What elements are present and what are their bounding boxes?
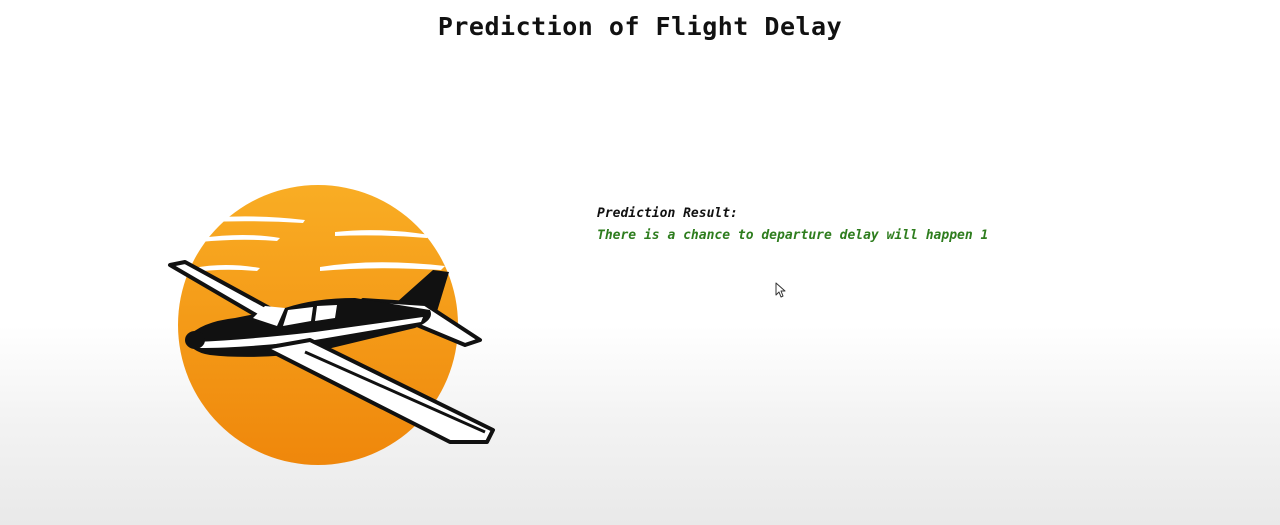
page-title: Prediction of Flight Delay [437,12,843,41]
prediction-result-panel: Prediction Result: There is a chance to … [597,206,988,244]
prediction-result-message: There is a chance to departure delay wil… [597,228,989,243]
mouse-cursor-icon [775,282,786,298]
airplane-sunset-logo [168,185,495,465]
prediction-result-heading: Prediction Result: [597,206,738,221]
